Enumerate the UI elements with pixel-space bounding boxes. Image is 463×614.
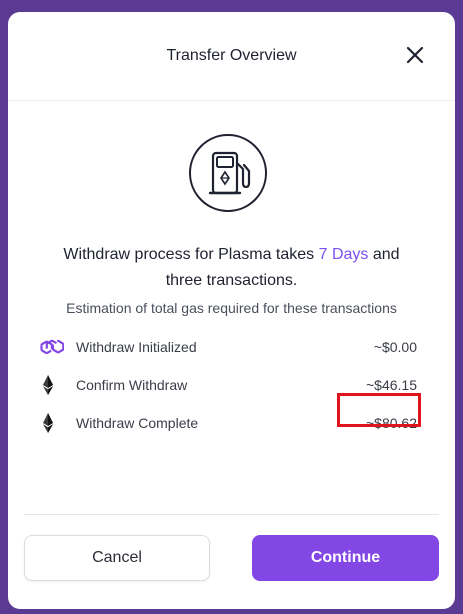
transfer-overview-modal: Transfer Overview Withdraw process for P… (8, 12, 455, 609)
row-label: Confirm Withdraw (76, 377, 188, 393)
row-value: ~$0.00 (373, 339, 417, 355)
row-label: Withdraw Initialized (76, 339, 197, 355)
gas-estimation-note: Estimation of total gas required for the… (66, 300, 397, 316)
headline-text: Withdraw process for Plasma takes (63, 246, 319, 263)
row-value: ~$46.15 (366, 377, 417, 393)
headline-text-end: and (368, 246, 400, 263)
continue-button[interactable]: Continue (252, 535, 439, 581)
close-icon[interactable] (405, 45, 425, 65)
headline-line2: three transactions. (165, 272, 298, 289)
modal-header: Transfer Overview (8, 12, 455, 101)
withdraw-headline: Withdraw process for Plasma takes 7 Days… (8, 242, 455, 294)
gas-pump-icon (188, 133, 268, 213)
ethereum-icon (40, 412, 64, 434)
row-label: Withdraw Complete (76, 415, 199, 431)
ethereum-icon (40, 374, 64, 396)
cancel-button[interactable]: Cancel (24, 535, 210, 581)
transaction-row-initialized: Withdraw Initialized ~$0.00 (40, 336, 417, 358)
footer-divider (24, 514, 439, 515)
headline-days: 7 Days (318, 246, 369, 263)
modal-title: Transfer Overview (166, 47, 297, 64)
polygon-icon (40, 336, 64, 358)
highlight-box (337, 393, 421, 427)
